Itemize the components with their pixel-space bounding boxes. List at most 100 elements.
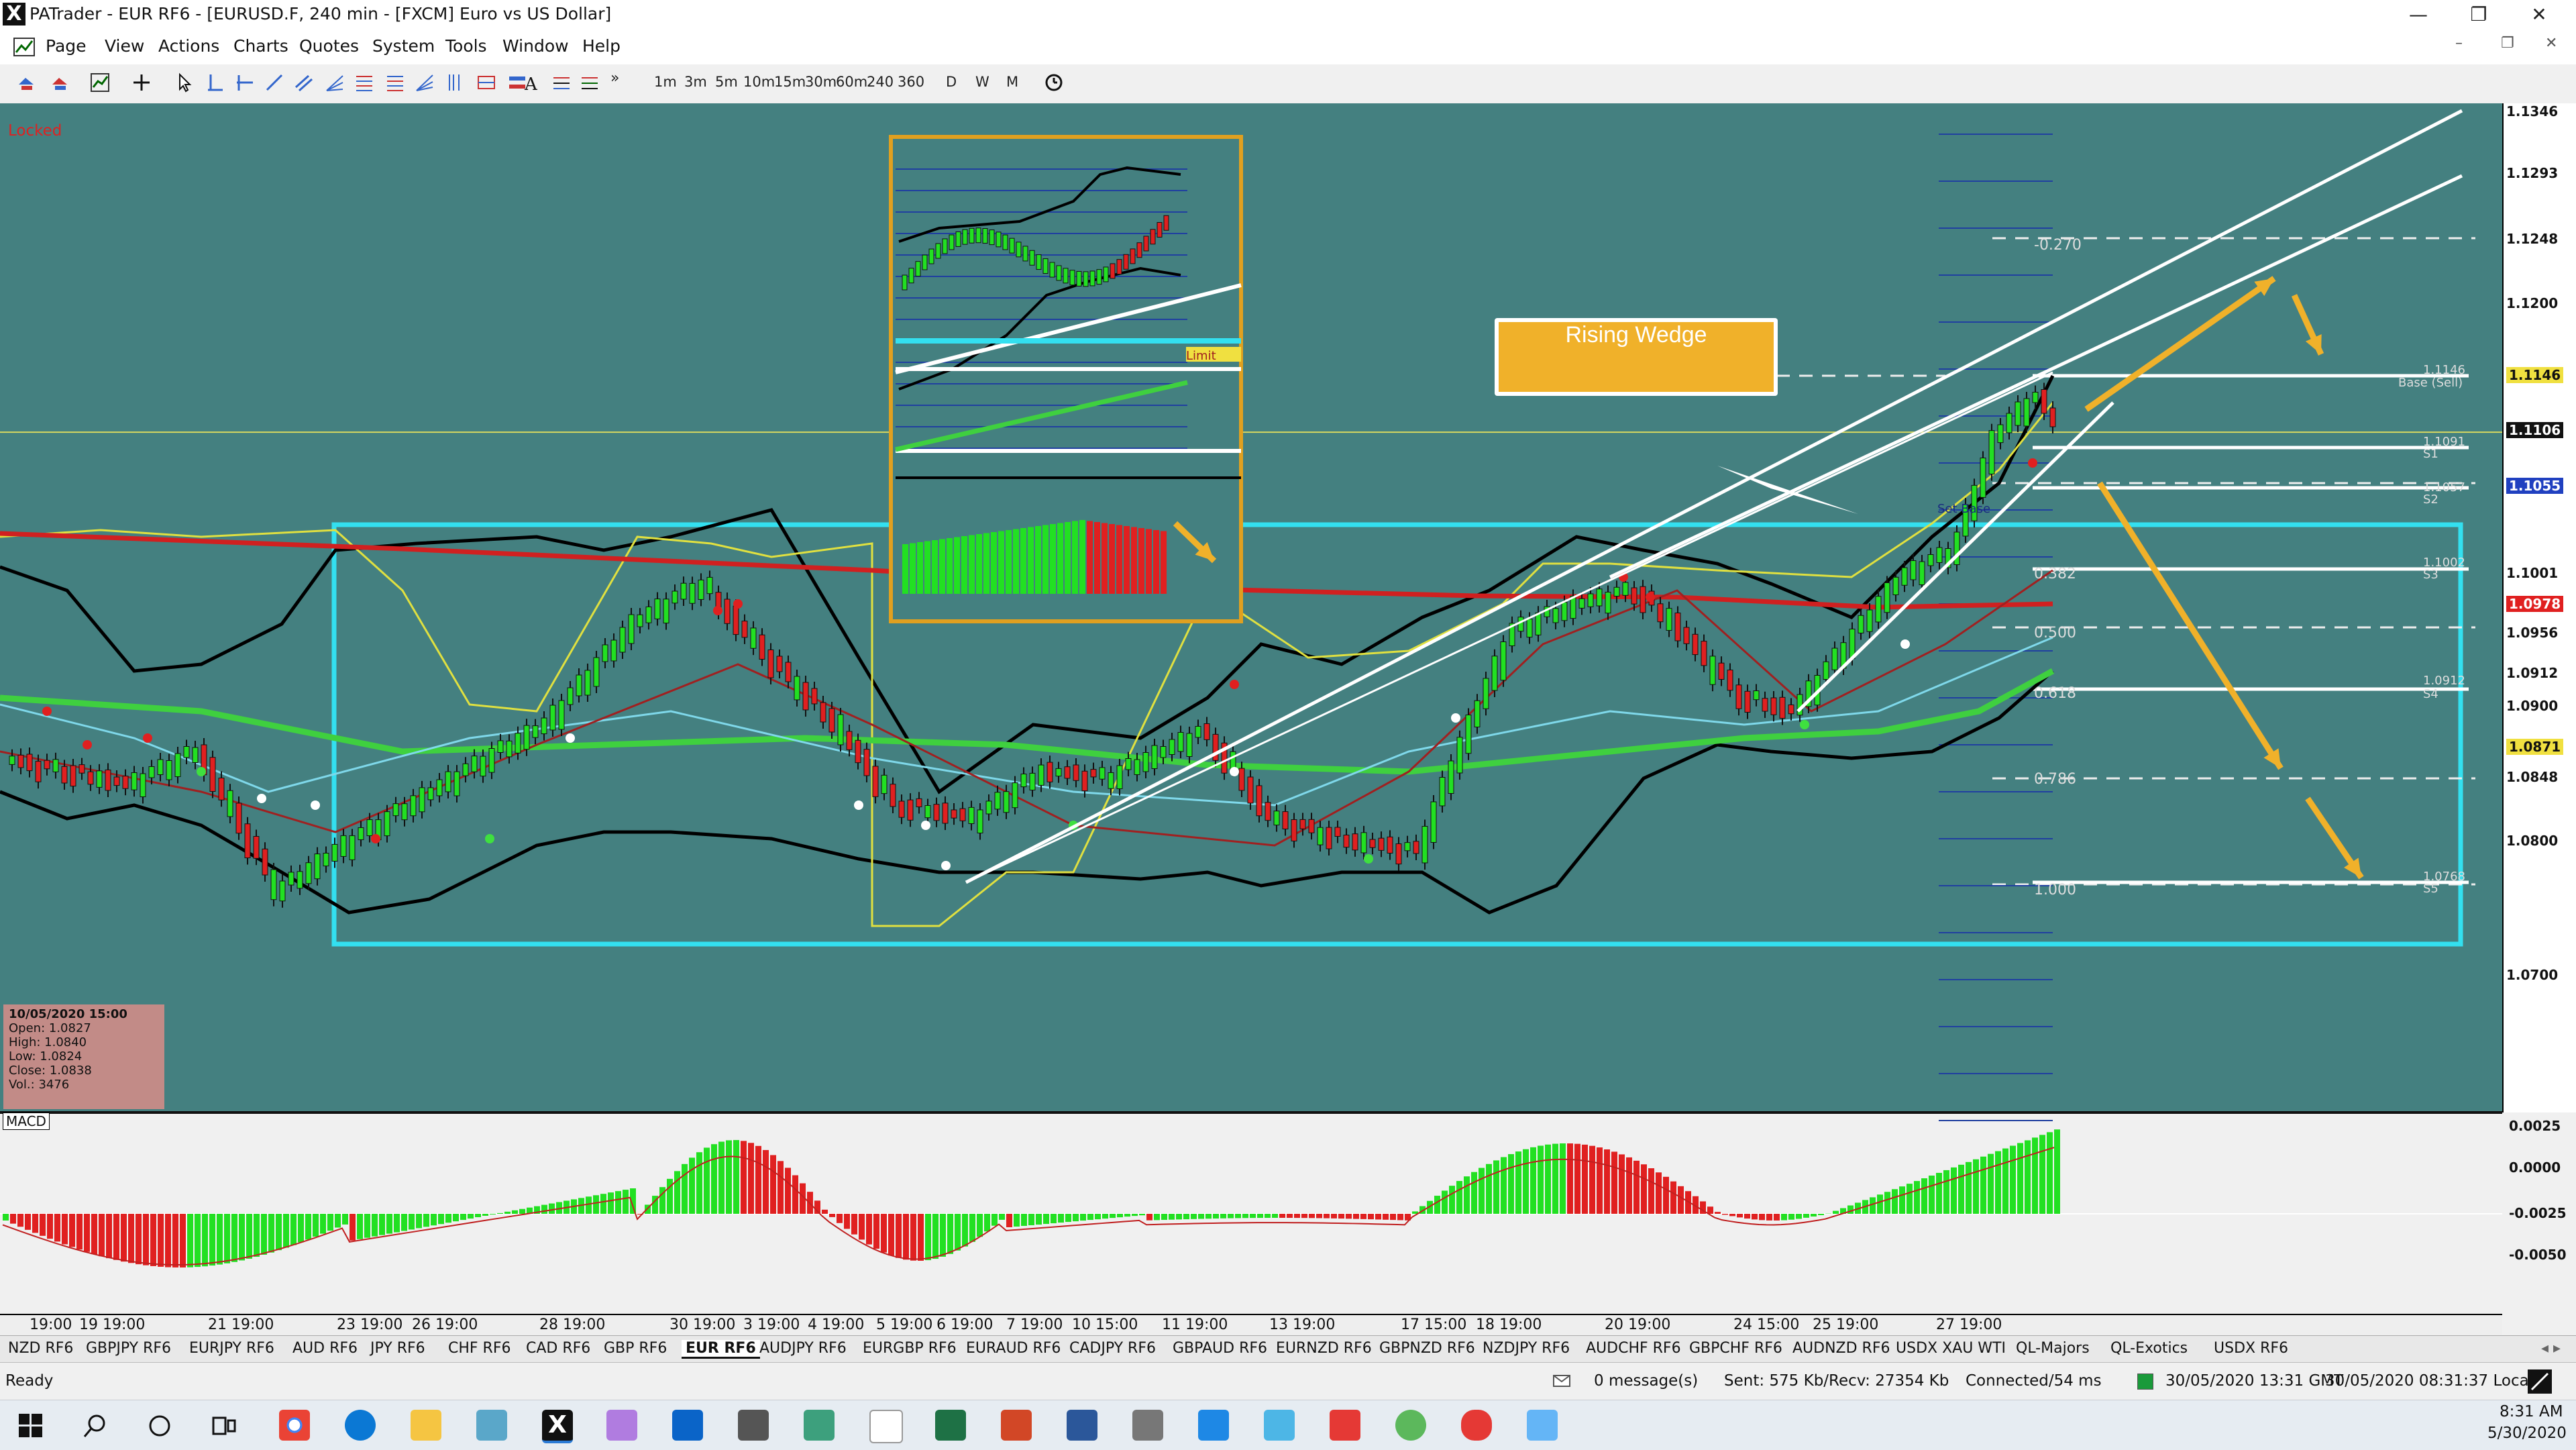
taskbar-date[interactable]: 5/30/2020 [2487, 1425, 2567, 1442]
status-messages[interactable]: 0 message(s) [1594, 1372, 1698, 1390]
app-icon-monitor[interactable] [1527, 1410, 1558, 1441]
toolbar-overflow-button[interactable]: » [610, 70, 619, 87]
fib-fan-icon[interactable] [415, 72, 435, 93]
app-icon-red[interactable] [1461, 1410, 1492, 1441]
maximize-button[interactable]: ❐ [2449, 0, 2509, 30]
pointer-icon[interactable] [174, 72, 195, 93]
resize-grip-icon[interactable] [2528, 1369, 2552, 1394]
timeframe-15m[interactable]: 15m [774, 74, 806, 90]
patrader-taskbar-icon[interactable]: X [542, 1410, 573, 1443]
menu-system[interactable]: System [372, 36, 435, 56]
symbol-tab[interactable]: AUDNZD RF6 [1792, 1340, 1890, 1357]
timeframe-60m[interactable]: 60m [836, 74, 867, 90]
edge-icon[interactable] [345, 1410, 376, 1441]
search-icon[interactable] [82, 1412, 109, 1439]
timeframe-monthly[interactable]: M [1006, 74, 1018, 90]
calculator-icon[interactable] [738, 1410, 769, 1441]
chart-canvas[interactable]: Limit-0.2700.3820.5000.6180.7861.0001.11… [0, 103, 2502, 1314]
chrome-icon[interactable] [279, 1410, 310, 1441]
cortana-icon[interactable] [146, 1412, 173, 1439]
rising-wedge-callout[interactable]: Rising Wedge [1495, 318, 1778, 396]
menu-help[interactable]: Help [582, 36, 621, 56]
pane-divider[interactable] [0, 1111, 2502, 1114]
taskbar-time[interactable]: 8:31 AM [2500, 1403, 2563, 1420]
symbol-tab[interactable]: GBPCHF RF6 [1689, 1340, 1782, 1357]
vertical-line-icon[interactable] [205, 72, 225, 93]
word-icon[interactable] [1067, 1410, 1097, 1441]
symbol-tab[interactable]: CADJPY RF6 [1069, 1340, 1156, 1357]
file-explorer-icon[interactable] [411, 1410, 441, 1441]
symbol-tab[interactable]: JPY RF6 [370, 1340, 425, 1357]
timeframe-3m[interactable]: 3m [684, 74, 707, 90]
template-icon[interactable] [580, 72, 600, 93]
symbol-tab[interactable]: CAD RF6 [526, 1340, 590, 1357]
menu-quotes[interactable]: Quotes [299, 36, 359, 56]
app-icon-blue[interactable] [476, 1410, 507, 1441]
chart-icon[interactable] [90, 72, 110, 93]
timeframe-5m[interactable]: 5m [715, 74, 738, 90]
powerpoint-icon[interactable] [1001, 1410, 1032, 1441]
symbol-tab[interactable]: EUR RF6 [682, 1340, 760, 1359]
symbol-tab[interactable]: NZDJPY RF6 [1483, 1340, 1570, 1357]
fib-timezones-icon[interactable] [445, 72, 466, 93]
level-icon[interactable] [551, 72, 572, 93]
message-icon[interactable] [1552, 1374, 1571, 1388]
menu-tools[interactable]: Tools [445, 36, 487, 56]
symbol-tab[interactable]: EURNZD RF6 [1276, 1340, 1372, 1357]
app-icon-purple[interactable] [606, 1410, 637, 1441]
timeframe-1m[interactable]: 1m [654, 74, 677, 90]
menu-actions[interactable]: Actions [158, 36, 219, 56]
symbol-tab[interactable]: AUDJPY RF6 [759, 1340, 847, 1357]
symbol-tab[interactable]: GBP RF6 [604, 1340, 667, 1357]
symbol-tab[interactable]: EURAUD RF6 [966, 1340, 1061, 1357]
mdi-minimize-button[interactable]: – [2455, 35, 2463, 52]
windows-start-icon[interactable] [19, 1414, 43, 1438]
channel-icon[interactable] [294, 72, 314, 93]
text-tool-icon[interactable]: A [522, 72, 542, 93]
menu-page[interactable]: Page [46, 36, 87, 56]
symbol-tab[interactable]: NZD RF6 [8, 1340, 73, 1357]
fibonacci-icon[interactable] [354, 72, 374, 93]
app-icon-green[interactable] [804, 1410, 835, 1441]
symbol-tab[interactable]: AUD RF6 [292, 1340, 358, 1357]
crosshair-icon[interactable] [131, 72, 152, 93]
symbol-tab[interactable]: AUDCHF RF6 [1586, 1340, 1681, 1357]
symbol-tab[interactable]: GBPJPY RF6 [86, 1340, 171, 1357]
gann-icon[interactable] [476, 72, 496, 93]
app-icon-circle-green[interactable] [1395, 1410, 1426, 1441]
timeframe-daily[interactable]: D [946, 74, 957, 90]
time-axis[interactable]: 19:0019 19:0021 19:0023 19:0026 19:0028 … [0, 1314, 2502, 1335]
andrews-pitchfork-icon[interactable] [325, 72, 345, 93]
symbol-tab[interactable]: QL-Exotics [2110, 1340, 2188, 1357]
timeframe-weekly[interactable]: W [975, 74, 989, 90]
symbol-tab[interactable]: USDX RF6 [2214, 1340, 2288, 1357]
cursor-sync-icon[interactable] [16, 72, 36, 93]
timeframe-10m[interactable]: 10m [743, 74, 775, 90]
fib-extension-icon[interactable] [385, 72, 405, 93]
task-view-icon[interactable] [211, 1412, 237, 1439]
app-icon-lightblue[interactable] [1264, 1410, 1295, 1441]
tab-scroll-arrows[interactable]: ◂ ▸ [2541, 1340, 2561, 1357]
crosshair-sync-icon[interactable] [50, 72, 70, 93]
app-icon-gray[interactable] [1132, 1410, 1163, 1441]
menu-view[interactable]: View [105, 36, 144, 56]
symbol-tab[interactable]: QL-Majors [2016, 1340, 2090, 1357]
clock-icon[interactable] [1044, 72, 1064, 93]
excel-icon[interactable] [935, 1410, 966, 1441]
symbol-tab[interactable]: CHF RF6 [448, 1340, 511, 1357]
notepad-icon[interactable] [869, 1410, 903, 1443]
minimize-button[interactable]: — [2388, 0, 2449, 30]
timeframe-360[interactable]: 360 [898, 74, 924, 90]
symbol-tab[interactable]: GBPAUD RF6 [1173, 1340, 1267, 1357]
timeframe-240[interactable]: 240 [867, 74, 894, 90]
outlook-icon[interactable] [672, 1410, 703, 1441]
symbol-tab[interactable]: USDX XAU WTI [1896, 1340, 2006, 1357]
app-icon-s-red[interactable] [1330, 1410, 1360, 1441]
app-icon-s-blue[interactable] [1198, 1410, 1229, 1441]
timeframe-30m[interactable]: 30m [805, 74, 837, 90]
symbol-tab[interactable]: EURGBP RF6 [863, 1340, 957, 1357]
symbol-tab[interactable]: GBPNZD RF6 [1379, 1340, 1475, 1357]
menu-window[interactable]: Window [502, 36, 569, 56]
horizontal-line-icon[interactable] [235, 72, 255, 93]
trendline-icon[interactable] [264, 72, 284, 93]
